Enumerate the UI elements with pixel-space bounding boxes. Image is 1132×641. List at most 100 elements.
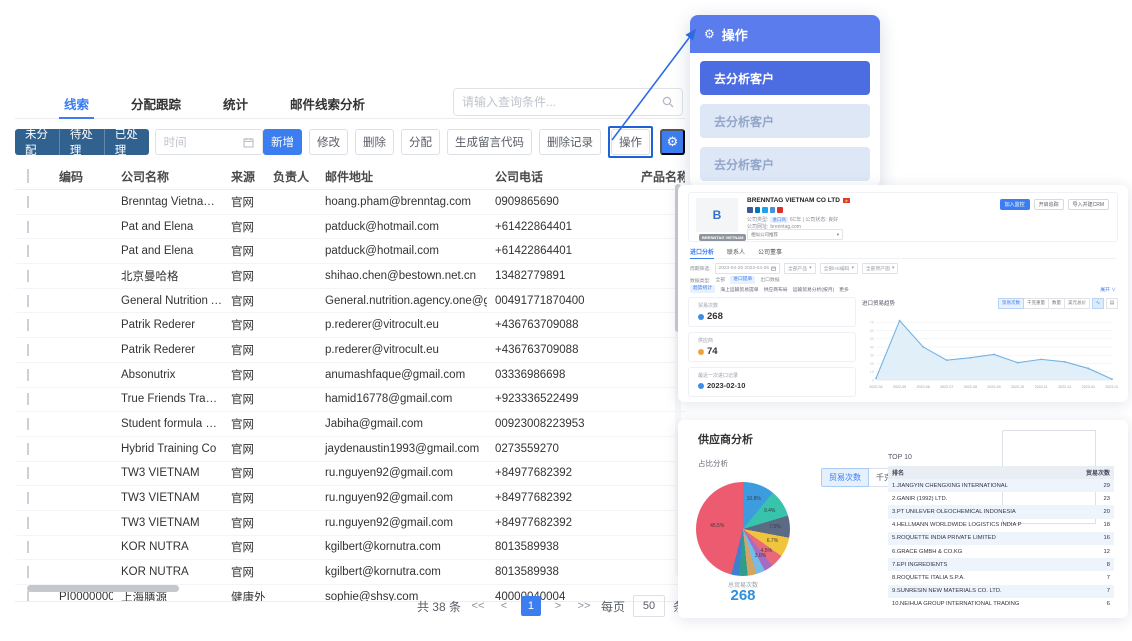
table-settings-gear-button[interactable]: ⚙ — [660, 129, 685, 155]
row-checkbox[interactable] — [27, 443, 29, 455]
table-toggle-button[interactable]: ▤ — [1106, 298, 1118, 309]
row-checkbox[interactable] — [27, 517, 29, 529]
toolbar-button-5[interactable]: 删除记录 — [539, 129, 601, 155]
row-checkbox[interactable] — [27, 221, 29, 233]
twitter-icon[interactable] — [762, 207, 768, 213]
facebook-icon[interactable] — [747, 207, 753, 213]
toolbar-button-2[interactable]: 删除 — [355, 129, 394, 155]
table-row[interactable]: True Friends Traders官网hamid16778@gmail.c… — [15, 388, 685, 413]
table-row[interactable]: TW3 VIETNAM官网ru.nguyen92@gmail.com+84977… — [15, 511, 685, 536]
detail-action-button-0[interactable]: 加入监控 — [1000, 199, 1030, 210]
table-row[interactable]: Pat and Elena官网patduck@hotmail.com+61422… — [15, 215, 685, 240]
tab-leads-3[interactable]: 邮件线索分析 — [269, 88, 386, 118]
toolbar-button-6[interactable]: 操作 — [611, 129, 650, 155]
supplier-metric-button-0[interactable]: 贸易次数 — [821, 468, 869, 487]
ops-menu-item-2[interactable]: 去分析客户 — [700, 147, 870, 181]
trend-metric-button-0[interactable]: 贸易次数 — [998, 298, 1024, 309]
date-filter-input[interactable]: 时间 — [155, 129, 263, 155]
search-box[interactable] — [453, 88, 683, 116]
status-filter-2[interactable]: 已处理 — [105, 129, 149, 155]
row-checkbox[interactable] — [27, 369, 29, 381]
youtube-icon[interactable] — [777, 207, 783, 213]
trend-metric-button-2[interactable]: 数量 — [1048, 298, 1065, 309]
similar-company-select[interactable]: 相似公司推荐 ▾ — [747, 229, 843, 240]
row-checkbox[interactable] — [27, 245, 29, 257]
data-type-option-0[interactable]: 全部 — [716, 276, 726, 284]
detail-action-button-1[interactable]: 开启追踪 — [1034, 199, 1064, 210]
row-checkbox[interactable] — [27, 418, 29, 430]
row-checkbox[interactable] — [27, 196, 29, 208]
table-row[interactable]: Patrik Rederer官网p.rederer@vitrocult.eu+4… — [15, 338, 685, 363]
ops-menu-item-1[interactable]: 去分析客户 — [700, 104, 870, 138]
table-row[interactable]: KOR NUTRA官网kgilbert@kornutra.com80135899… — [15, 536, 685, 561]
cell-email: kgilbert@kornutra.com — [317, 566, 487, 578]
tab-leads-0[interactable]: 线索 — [43, 88, 110, 118]
trend-metric-button-1[interactable]: 千克重量 — [1023, 298, 1049, 309]
supplier-row: 7.EPI INGREDIENTS8 — [888, 558, 1114, 571]
tab-leads-2[interactable]: 统计 — [202, 88, 269, 118]
subnav-item-3[interactable]: 运输贸易分析(按月) — [793, 286, 835, 293]
expand-link[interactable]: 展开 ∨ — [1100, 286, 1116, 293]
horizontal-scrollbar-thumb[interactable] — [27, 585, 179, 592]
subnav-item-0[interactable]: 趋势统计 — [690, 285, 715, 293]
row-checkbox[interactable] — [27, 467, 29, 479]
detail-tab-1[interactable]: 联系人 — [727, 245, 745, 258]
data-type-row: 数据类型: 全部进口提单出口数据 — [690, 276, 780, 284]
table-row[interactable]: Patrik Rederer官网p.rederer@vitrocult.eu+4… — [15, 313, 685, 338]
origin-country-select[interactable]: 全部原产国▾ — [862, 263, 898, 274]
row-checkbox-cell — [15, 221, 51, 233]
subnav-item-4[interactable]: 更多 — [839, 286, 849, 293]
table-row[interactable]: TW3 VIETNAM官网ru.nguyen92@gmail.com+84977… — [15, 486, 685, 511]
data-type-option-1[interactable]: 进口提单 — [730, 276, 755, 284]
prev-page-button[interactable]: < — [495, 596, 513, 616]
per-page-select[interactable]: 50 — [633, 595, 665, 617]
table-row[interactable]: 北京曼哈格官网shihao.chen@bestown.net.cn1348277… — [15, 264, 685, 289]
row-checkbox[interactable] — [27, 541, 29, 553]
table-row[interactable]: Brenntag Vietnam Co. LTD官网hoang.pham@bre… — [15, 190, 685, 215]
table-row[interactable]: Absonutrix官网anumashfaque@gmail.com033369… — [15, 363, 685, 388]
status-filter-0[interactable]: 未分配 — [15, 129, 60, 155]
table-row[interactable]: Student formula botanica官网Jabiha@gmail.c… — [15, 412, 685, 437]
date-range-picker[interactable]: 2023-04-26 2023-04-25 — [715, 263, 780, 274]
last-page-button[interactable]: >> — [575, 596, 593, 616]
cell-email: General.nutrition.agency.one@gmail.com — [317, 295, 487, 307]
hs-code-select[interactable]: 全部HS编码▾ — [820, 263, 858, 274]
next-page-button[interactable]: > — [549, 596, 567, 616]
toolbar-button-3[interactable]: 分配 — [401, 129, 440, 155]
product-select[interactable]: 全部产品▾ — [784, 263, 816, 274]
search-icon[interactable] — [662, 96, 674, 108]
tab-leads-1[interactable]: 分配跟踪 — [110, 88, 202, 118]
table-row[interactable]: Pat and Elena官网patduck@hotmail.com+61422… — [15, 239, 685, 264]
trend-metric-button-3[interactable]: 美元总价 — [1064, 298, 1090, 309]
detail-tab-0[interactable]: 进口分析 — [690, 245, 714, 258]
table-row[interactable]: General Nutrition Agency ...官网General.nu… — [15, 289, 685, 314]
line-chart-toggle-button[interactable]: ∿ — [1092, 298, 1104, 309]
search-input[interactable] — [454, 95, 662, 109]
toolbar-button-0[interactable]: 新增 — [263, 129, 302, 155]
ops-menu-item-0[interactable]: 去分析客户 — [700, 61, 870, 95]
toolbar-button-1[interactable]: 修改 — [309, 129, 348, 155]
website-icon[interactable] — [770, 207, 776, 213]
table-row[interactable]: KOR NUTRA官网kgilbert@kornutra.com80135899… — [15, 560, 685, 585]
row-checkbox[interactable] — [27, 270, 29, 282]
subnav-item-2[interactable]: 供应商布局 — [764, 286, 788, 293]
toolbar-button-4[interactable]: 生成留言代码 — [447, 129, 532, 155]
data-type-option-2[interactable]: 出口数据 — [760, 276, 779, 284]
row-checkbox[interactable] — [27, 319, 29, 331]
row-checkbox[interactable] — [27, 566, 29, 578]
subnav-item-1[interactable]: 海上运输贸易提单 — [720, 286, 758, 293]
row-checkbox[interactable] — [27, 344, 29, 356]
detail-tab-2[interactable]: 公司董事 — [758, 245, 782, 258]
status-filter-1[interactable]: 待处理 — [60, 129, 105, 155]
row-checkbox[interactable] — [27, 295, 29, 307]
select-all-checkbox[interactable] — [27, 169, 29, 183]
linkedin-icon[interactable] — [755, 207, 761, 213]
row-checkbox[interactable] — [27, 591, 29, 602]
table-row[interactable]: Hybrid Training Co官网jaydenaustin1993@gma… — [15, 437, 685, 462]
detail-action-button-2[interactable]: 导入并建CRM — [1068, 199, 1109, 210]
current-page-button[interactable]: 1 — [521, 596, 541, 616]
first-page-button[interactable]: << — [469, 596, 487, 616]
table-row[interactable]: TW3 VIETNAM官网ru.nguyen92@gmail.com+84977… — [15, 462, 685, 487]
row-checkbox[interactable] — [27, 393, 29, 405]
row-checkbox[interactable] — [27, 492, 29, 504]
